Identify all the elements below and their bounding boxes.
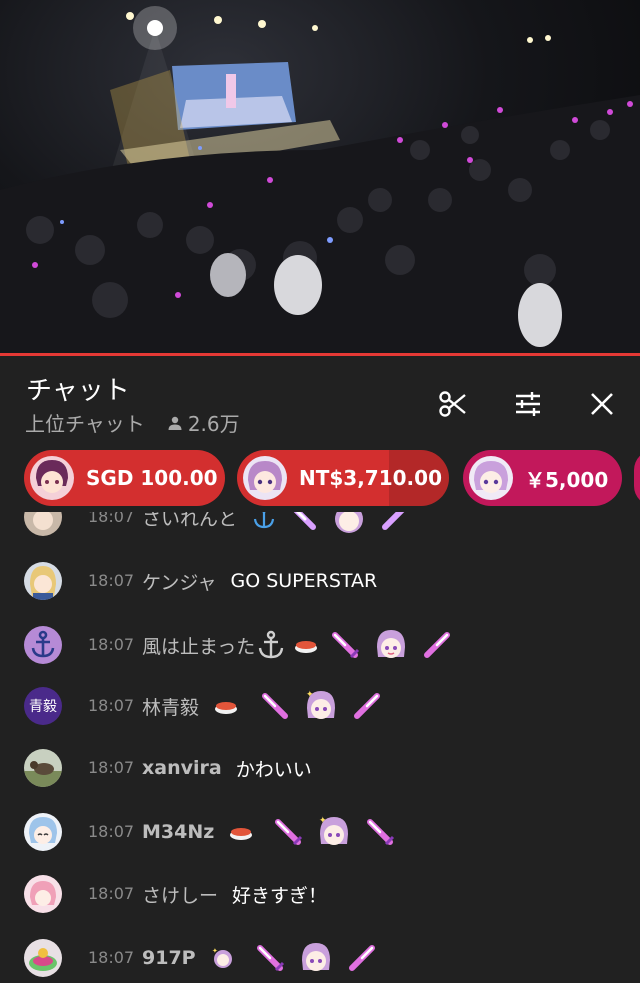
chat-settings-button[interactable] (508, 384, 548, 424)
person-icon (168, 416, 182, 430)
chibi-emote-icon: ✦ (319, 816, 349, 845)
glowstick-icon (424, 632, 451, 658)
chat-message[interactable]: 18:07 さいれんと (0, 512, 640, 549)
avatar (24, 813, 62, 851)
chat-message[interactable]: 18:07 さけしー 好きすぎ！ (0, 862, 640, 926)
chat-message[interactable]: 18:07 風は止まった (0, 613, 640, 677)
glowstick-icon (332, 632, 360, 659)
message-author[interactable]: 風は止まった (142, 632, 255, 659)
glowstick-icon (256, 945, 284, 972)
message-time: 18:07 (88, 635, 135, 654)
glowstick-icon (354, 693, 381, 719)
chat-message[interactable]: 18:07 ケンジャ GO SUPERSTAR (0, 549, 640, 613)
glowstick-icon (262, 693, 289, 719)
chat-header: チャット 上位チャット 2.6万 (0, 356, 640, 448)
sushi-icon (295, 641, 318, 653)
chibi-emote-icon (301, 943, 330, 971)
chat-message[interactable]: 青毅 18:07 林青毅 ✦ (0, 674, 640, 738)
concert-scene (0, 6, 640, 354)
chibi-emote-icon (377, 630, 406, 658)
message-text: GO SUPERSTAR (230, 570, 378, 592)
sushi-icon (215, 702, 238, 714)
glowstick-icon (275, 819, 303, 846)
message-author[interactable]: xanvira (142, 757, 222, 779)
avatar (24, 939, 62, 977)
avatar-initials: 青毅 (29, 699, 57, 715)
chat-message-list[interactable]: 18:07 さいれんと 18:07 ケンジャ GO SUPERSTAR 18:0… (0, 512, 640, 983)
chat-message[interactable]: 18:07 xanvira かわいい (0, 736, 640, 800)
superchat-ticker: SGD 100.00 NT$3,710.00 ￥5,000 (0, 446, 640, 512)
svg-text:✦: ✦ (212, 947, 218, 955)
chat-message[interactable]: 18:07 917P ✦ (0, 926, 640, 983)
avatar (24, 562, 62, 600)
message-time: 18:07 (88, 758, 135, 777)
superchat-amount: SGD 100.00 (86, 466, 218, 490)
video-player[interactable] (0, 0, 640, 354)
message-author[interactable]: 林青毅 (142, 693, 199, 720)
viewer-count-value: 2.6万 (187, 412, 240, 436)
avatar (24, 749, 62, 787)
message-text: 好きすぎ！ (232, 884, 328, 907)
scissors-icon (439, 391, 466, 417)
close-icon (591, 393, 613, 415)
message-author[interactable]: さけしー (142, 881, 218, 908)
viewer-count: 2.6万 (167, 408, 240, 437)
avatar: 青毅 (24, 687, 62, 725)
chat-mode-selector[interactable]: 上位チャット 2.6万 (25, 408, 240, 437)
anchor-icon (259, 630, 284, 659)
avatar (24, 512, 62, 536)
chat-message[interactable]: 18:07 M34Nz ✦ (0, 800, 640, 864)
message-time: 18:07 (88, 696, 135, 715)
superchat-amount: ￥5,000 (525, 467, 609, 492)
superchat-amount: NT$3,710.00 (299, 466, 442, 490)
svg-text:✦: ✦ (319, 816, 327, 826)
chat-title: チャット (26, 376, 130, 406)
superchat-chip[interactable]: NT$3,710.00 (237, 450, 449, 506)
tune-icon (516, 392, 540, 416)
avatar (30, 456, 74, 500)
message-time: 18:07 (88, 822, 135, 841)
message-author[interactable]: さいれんと (142, 512, 237, 531)
chibi-emote-icon: ✦ (306, 690, 336, 719)
avatar (24, 626, 62, 664)
message-time: 18:07 (88, 884, 135, 903)
svg-text:✦: ✦ (306, 690, 314, 700)
message-author[interactable]: ケンジャ (142, 568, 216, 595)
glowstick-icon (382, 512, 405, 530)
glowstick-icon (293, 512, 317, 530)
superchat-chip[interactable]: SGD 100.00 (24, 450, 225, 506)
message-author[interactable]: M34Nz (142, 821, 214, 843)
message-text: かわいい (235, 758, 312, 781)
anchor-icon (253, 512, 275, 529)
chat-mode-label: 上位チャット (25, 412, 145, 436)
message-time: 18:07 (88, 948, 135, 967)
avatar (24, 875, 62, 913)
clip-button[interactable] (433, 384, 473, 424)
chibi-emote-icon (335, 512, 364, 533)
message-time: 18:07 (88, 512, 135, 526)
close-chat-button[interactable] (582, 384, 622, 424)
superchat-chip[interactable] (634, 450, 640, 506)
avatar (243, 456, 287, 500)
message-author[interactable]: 917P (142, 947, 196, 969)
glowstick-icon (348, 945, 375, 971)
message-time: 18:07 (88, 571, 135, 590)
superchat-chip[interactable]: ￥5,000 (463, 450, 622, 506)
glowstick-icon (367, 819, 395, 846)
sushi-icon (230, 828, 253, 840)
avatar (469, 456, 513, 500)
member-badge-icon: ✦ (212, 947, 232, 968)
